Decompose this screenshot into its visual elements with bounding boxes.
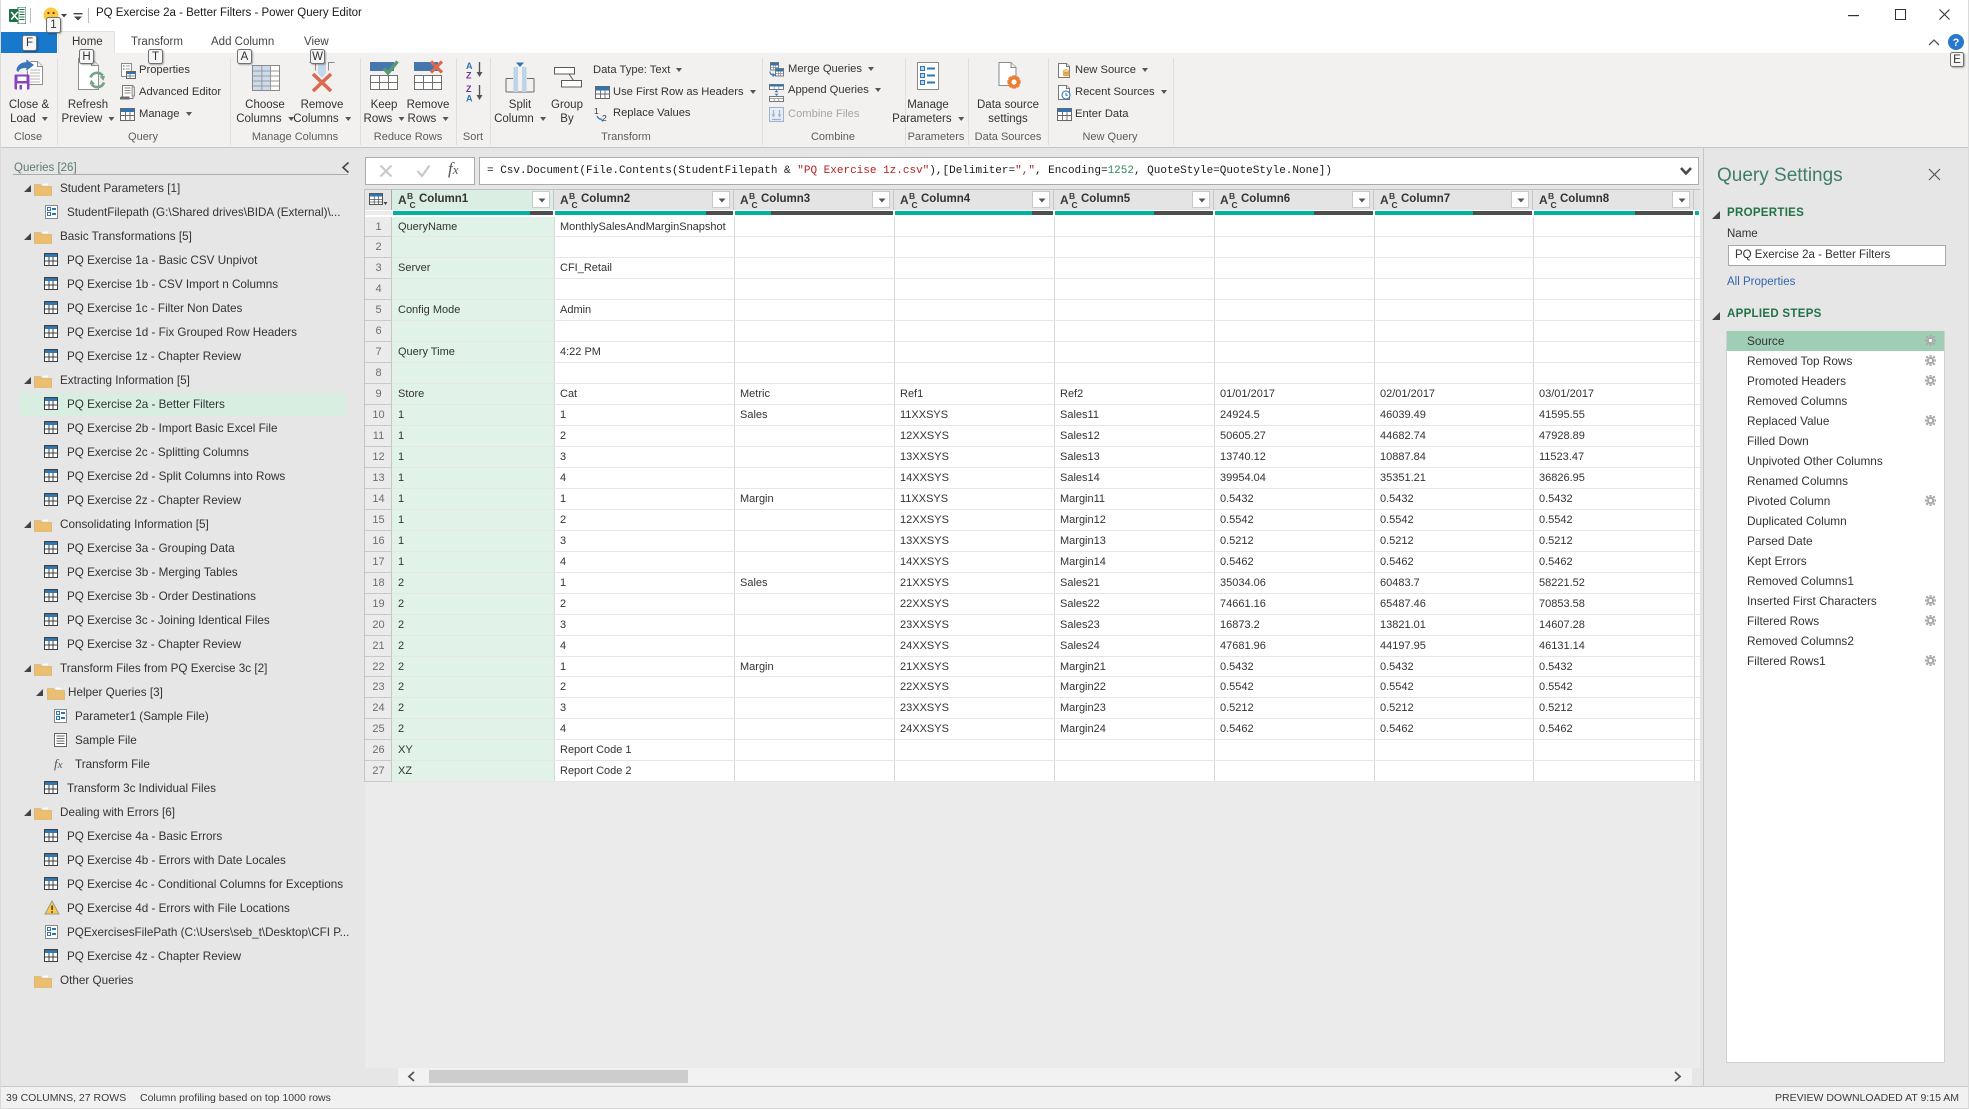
svg-text:C: C [1551, 200, 1557, 209]
svg-text:C: C [1072, 200, 1078, 209]
svg-text:C: C [1392, 200, 1398, 209]
svg-text:A: A [560, 193, 569, 207]
svg-text:Z: Z [466, 71, 472, 80]
svg-text:A: A [1220, 193, 1229, 207]
svg-text:1: 1 [594, 106, 599, 116]
svg-text:A: A [1539, 193, 1548, 207]
svg-text:Z: Z [466, 84, 472, 94]
svg-text:C: C [1232, 200, 1238, 209]
svg-text:A: A [466, 61, 473, 71]
svg-text:C: C [912, 200, 918, 209]
svg-text:C: C [572, 200, 578, 209]
svg-text:A: A [1060, 193, 1069, 207]
svg-text:C: C [410, 200, 416, 209]
svg-text:A: A [900, 193, 909, 207]
svg-text:A: A [1380, 193, 1389, 207]
svg-text:A: A [740, 193, 749, 207]
svg-text:A: A [466, 94, 473, 103]
svg-text:C: C [752, 200, 758, 209]
svg-text:?: ? [1953, 37, 1960, 49]
svg-text:A: A [398, 193, 407, 207]
